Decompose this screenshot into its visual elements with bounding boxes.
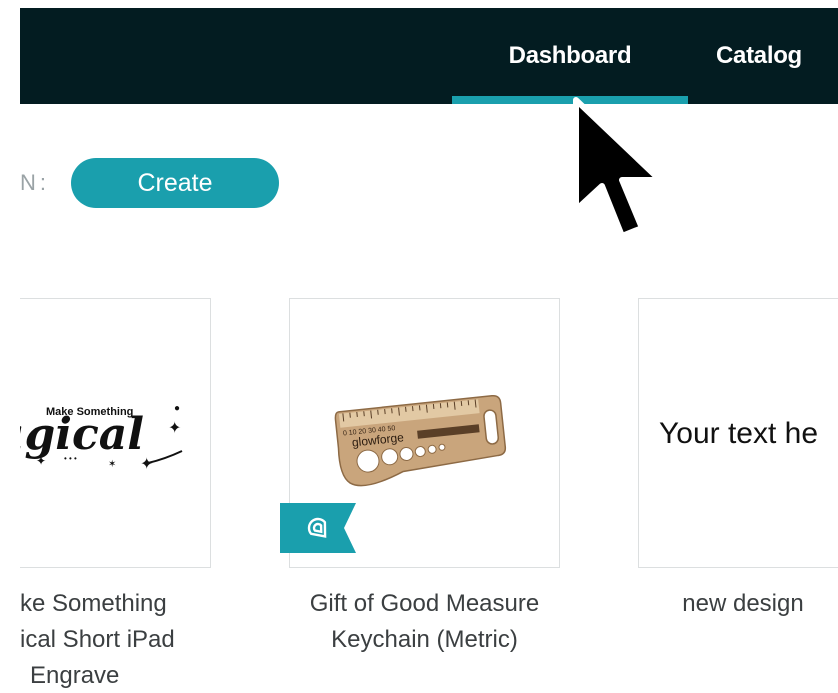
top-edge bbox=[20, 0, 838, 8]
design-caption[interactable]: Gift of Good Measure Keychain (Metric) bbox=[289, 586, 560, 658]
design-card-make-something-magical[interactable]: Make Something agical ✦ ● ✦ ✶ ✦ • • • bbox=[0, 298, 211, 568]
thumbnail-text-script: agical bbox=[0, 409, 144, 460]
section-label: N: bbox=[20, 170, 50, 195]
caption-line: ke Something bbox=[20, 590, 167, 617]
tab-catalog-label: Catalog bbox=[716, 42, 802, 69]
caption-line: Engrave bbox=[30, 662, 120, 689]
sparkle-star: ✶ bbox=[108, 459, 116, 470]
keyring-slot bbox=[483, 409, 500, 445]
sparkle-dot: • • • bbox=[64, 454, 77, 463]
sparkle-star: ✦ bbox=[140, 456, 153, 473]
top-navigation-bar: Dashboard Catalog bbox=[20, 8, 838, 104]
catalog-ribbon-icon bbox=[280, 503, 356, 553]
sparkle-star: ✦ bbox=[168, 420, 181, 437]
design-card-new-design[interactable]: Your text he bbox=[638, 298, 838, 568]
keychain-hole bbox=[438, 443, 446, 451]
tab-dashboard[interactable]: Dashboard bbox=[452, 8, 688, 104]
tab-catalog[interactable]: Catalog bbox=[716, 8, 838, 104]
left-edge bbox=[0, 0, 20, 693]
mouse-pointer-icon bbox=[573, 97, 663, 239]
design-caption[interactable]: new design bbox=[638, 586, 838, 622]
create-button[interactable]: Create bbox=[71, 158, 279, 208]
caption-line: ical Short iPad bbox=[20, 626, 175, 653]
catalog-ribbon-badge bbox=[280, 503, 356, 553]
tab-dashboard-label: Dashboard bbox=[508, 42, 632, 69]
keychain-hole bbox=[414, 446, 426, 458]
design-caption[interactable]: ke Something ical Short iPad Engrave bbox=[0, 586, 211, 693]
dashboard-page: Dashboard Catalog N: Create Make Somethi… bbox=[0, 0, 838, 693]
design-thumbnail: Make Something agical ✦ ● ✦ ✶ ✦ • • • bbox=[0, 403, 183, 473]
sparkle-star: ✦ bbox=[36, 454, 46, 468]
sparkle-star: ● bbox=[174, 403, 180, 414]
keychain-hole bbox=[427, 444, 437, 454]
thumbnail-text: Your text he bbox=[659, 417, 819, 450]
